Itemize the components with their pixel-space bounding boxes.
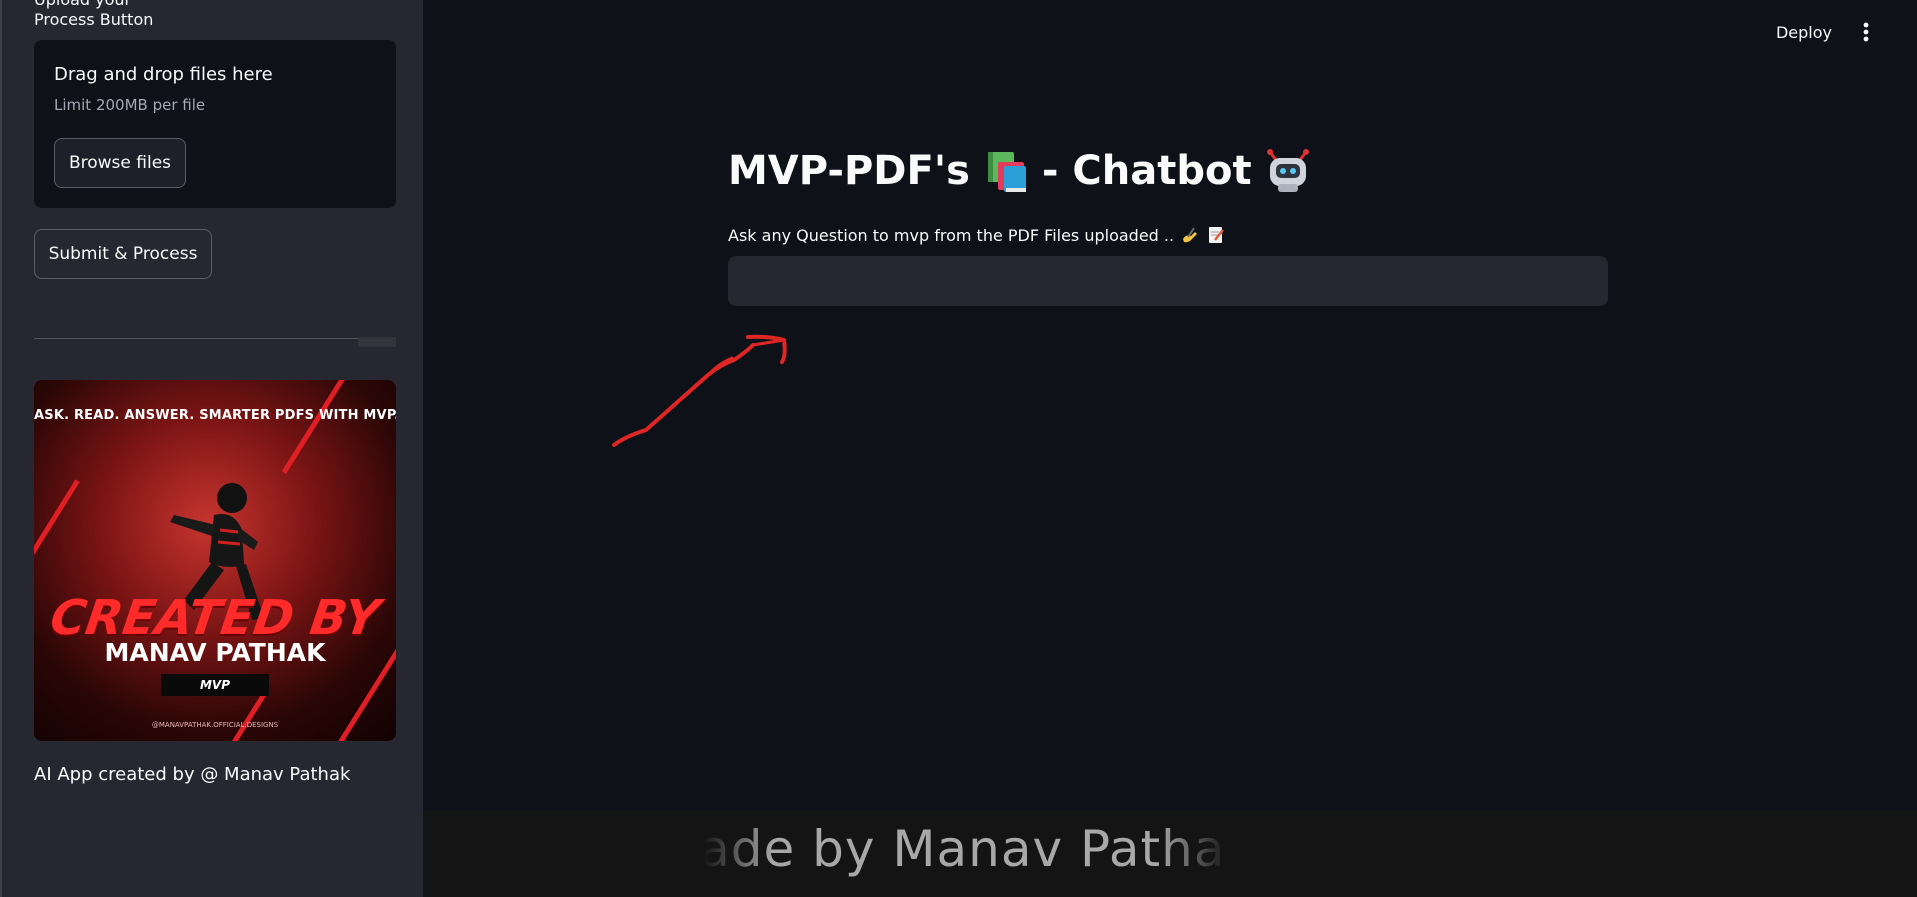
footer-marquee: Made by Manav Pathak . — [703, 816, 1228, 891]
poster-stripe — [34, 479, 80, 584]
deploy-button[interactable]: Deploy — [1766, 18, 1842, 46]
sidebar-divider-handle — [358, 337, 396, 347]
submit-process-button[interactable]: Submit & Process — [34, 229, 212, 279]
question-prompt-label: Ask any Question to mvp from the PDF Fil… — [728, 225, 1226, 245]
poster-name: MANAV PATHAK — [104, 638, 326, 667]
page-title-suffix: - Chatbot — [1041, 148, 1252, 194]
robot-emoji-icon — [1266, 149, 1309, 192]
browse-files-button[interactable]: Browse files — [54, 138, 186, 188]
sidebar-credit: AI App created by @ Manav Pathak — [34, 764, 351, 785]
file-dropzone[interactable]: Drag and drop files here Limit 200MB per… — [34, 40, 396, 208]
red-arrow-annotation — [612, 334, 787, 447]
page-title-text: MVP-PDF's — [728, 148, 970, 194]
sidebar-process-label: Process Button — [34, 10, 154, 29]
memo-emoji-icon — [1209, 227, 1225, 243]
marquee-fade-left — [703, 816, 773, 891]
sidebar-divider — [34, 338, 396, 339]
marquee-fade-right — [1158, 816, 1228, 891]
sidebar-upload-label: Upload your — [34, 0, 131, 9]
kebab-vertical-icon[interactable] — [1856, 18, 1876, 46]
dropzone-limit: Limit 200MB per file — [54, 96, 206, 114]
question-input[interactable] — [728, 256, 1608, 306]
poster-handle: @MANAVPATHAK.OFFICIAL.DESIGNS — [151, 721, 279, 729]
creator-poster-image: ASK. READ. ANSWER. SMARTER PDFS WITH MVP… — [34, 380, 396, 741]
footer-marquee-text: Made by Manav Pathak . — [703, 820, 1228, 878]
poster-tagline: ASK. READ. ANSWER. SMARTER PDFS WITH MVP… — [34, 408, 396, 423]
sidebar: Upload your Process Button Drag and drop… — [0, 0, 423, 897]
writing-hand-emoji-icon — [1183, 227, 1198, 243]
books-emoji-icon — [987, 152, 1026, 192]
poster-badge: MVP — [161, 674, 269, 696]
question-prompt-text: Ask any Question to mvp from the PDF Fil… — [728, 225, 1175, 245]
poster-stripe — [281, 380, 366, 474]
page-title: MVP-PDF's - Chatbot — [728, 148, 1312, 194]
dropzone-title: Drag and drop files here — [54, 64, 273, 85]
poster-stripe — [231, 690, 268, 741]
footer-banner: Made by Manav Pathak . — [423, 810, 1917, 897]
